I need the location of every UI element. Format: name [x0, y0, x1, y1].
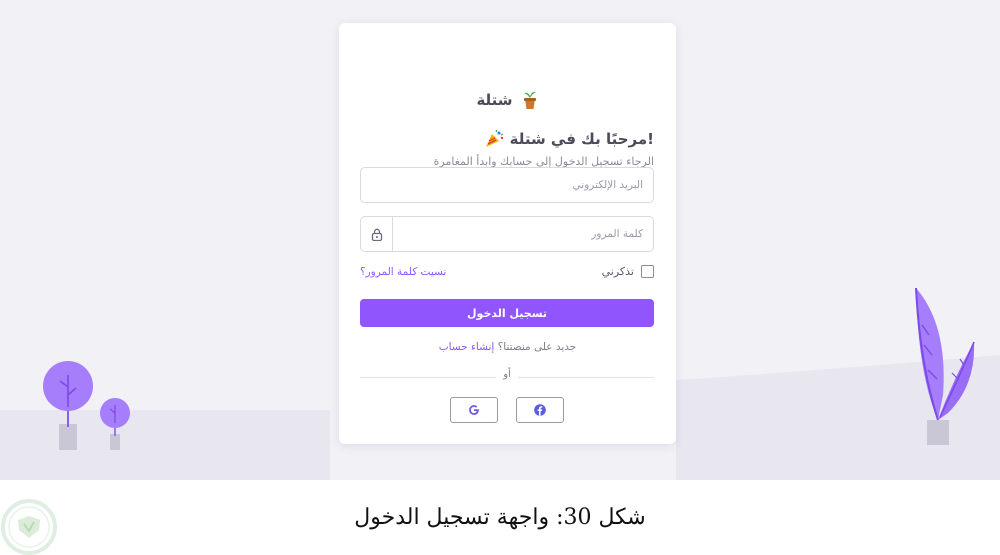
remember-me-label: تذكرني [601, 265, 634, 278]
divider-text: أو [503, 369, 511, 380]
welcome-title: !مرحبًا بك في شتلة [509, 130, 654, 148]
divider-line-left [360, 377, 496, 378]
google-icon [469, 405, 479, 415]
plant-pot-icon [523, 91, 536, 109]
party-popper-icon [485, 129, 503, 147]
login-button[interactable]: تسجيل الدخول [360, 299, 654, 327]
figure-caption: شكل 30: واجهة تسجيل الدخول [354, 505, 646, 530]
tree-illustration-small [100, 398, 130, 450]
remember-me[interactable]: تذكرني [602, 265, 654, 278]
welcome-heading: !مرحبًا بك في شتلة [484, 129, 654, 149]
password-visibility-toggle[interactable] [361, 217, 393, 251]
brand-header: شتلة [339, 87, 676, 113]
watermark-logo [1, 499, 57, 555]
tree-illustration-large [43, 361, 93, 450]
lock-icon [371, 228, 382, 241]
google-login-button[interactable] [450, 397, 498, 423]
facebook-icon [534, 404, 546, 416]
remember-me-checkbox[interactable] [641, 265, 654, 278]
plant-illustration [915, 287, 975, 445]
email-field[interactable] [360, 167, 654, 203]
signup-link[interactable]: إنشاء حساب [439, 341, 495, 353]
facebook-login-button[interactable] [516, 397, 564, 423]
or-divider: أو [360, 369, 654, 385]
password-field[interactable] [360, 216, 654, 252]
forgot-password-link[interactable]: نسيت كلمة المرور؟ [360, 266, 446, 278]
brand-name: شتلة [476, 91, 513, 109]
signup-prompt: جديد على منصتنا؟ إنشاء حساب [339, 341, 676, 353]
login-card: شتلة !مرحبًا بك في شتلة الرجاء تسجيل الد… [339, 23, 676, 444]
password-input[interactable] [391, 217, 653, 251]
signup-prompt-text: جديد على منصتنا؟ [497, 341, 577, 353]
email-input[interactable] [361, 168, 653, 202]
